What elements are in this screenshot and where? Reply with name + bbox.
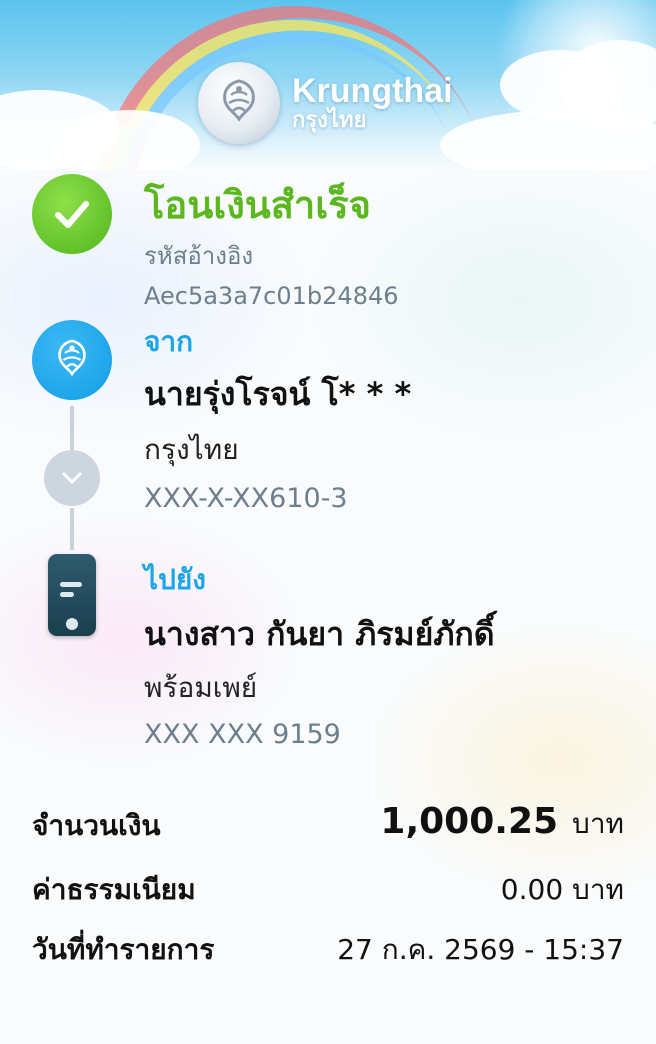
date-label: วันที่ทำรายการ	[32, 933, 215, 966]
sender-bank: กรุงไทย	[144, 433, 239, 466]
amount-unit: บาท	[572, 807, 624, 840]
amount-row-value: 1,000.25 บาท	[380, 802, 624, 844]
phone-home-button	[66, 618, 78, 630]
mobile-phone-icon	[48, 554, 96, 636]
fee-row-value: 0.00 บาท	[501, 870, 624, 910]
phone-screen-line-short	[60, 592, 74, 597]
phone-screen-line	[60, 582, 82, 587]
fee-value: 0.00	[500, 873, 564, 906]
recipient-account: XXX XXX 9159	[144, 719, 341, 750]
amount-value: 1,000.25	[380, 801, 559, 842]
sender-account: XXX-X-XX610-3	[144, 483, 348, 514]
reference-value: Aec5a3a7c01b24846	[144, 282, 399, 310]
brand-name-th: กรุงไทย	[292, 108, 367, 134]
to-label: ไปยัง	[144, 563, 206, 596]
krungthai-logo: Krungthai กรุงไทย	[198, 62, 453, 144]
cloud-right-3	[440, 110, 656, 170]
krungthai-bird-icon	[32, 320, 112, 400]
timeline-connector-top	[70, 406, 74, 452]
transfer-slip: Krungthai กรุงไทย โอนเงินสำเร็จ รหัสอ้าง…	[0, 0, 656, 1044]
date-value: 27 ก.ค. 2569 - 15:37	[337, 933, 624, 966]
chevron-down-icon	[44, 450, 100, 506]
reference-label: รหัสอ้างอิง	[144, 242, 254, 270]
timeline-connector-bottom	[70, 508, 74, 550]
amount-label: จำนวนเงิน	[32, 809, 161, 842]
fee-label: ค่าธรรมเนียม	[32, 873, 196, 906]
krungthai-bird-logo-icon	[198, 62, 280, 144]
from-label: จาก	[144, 325, 194, 358]
recipient-service: พร้อมเพย์	[144, 671, 258, 704]
brand-text: Krungthai กรุงไทย	[292, 71, 453, 134]
brand-name-en: Krungthai	[292, 71, 453, 110]
recipient-name: นางสาว กันยา ภิรมย์ภักดิ์	[144, 615, 495, 653]
status-title: โอนเงินสำเร็จ	[144, 183, 371, 227]
fee-unit: บาท	[572, 873, 624, 906]
sender-name: นายรุ่งโรจน์ โ* * *	[144, 375, 412, 413]
slip-header: Krungthai กรุงไทย	[0, 0, 656, 170]
success-check-icon	[32, 174, 112, 254]
